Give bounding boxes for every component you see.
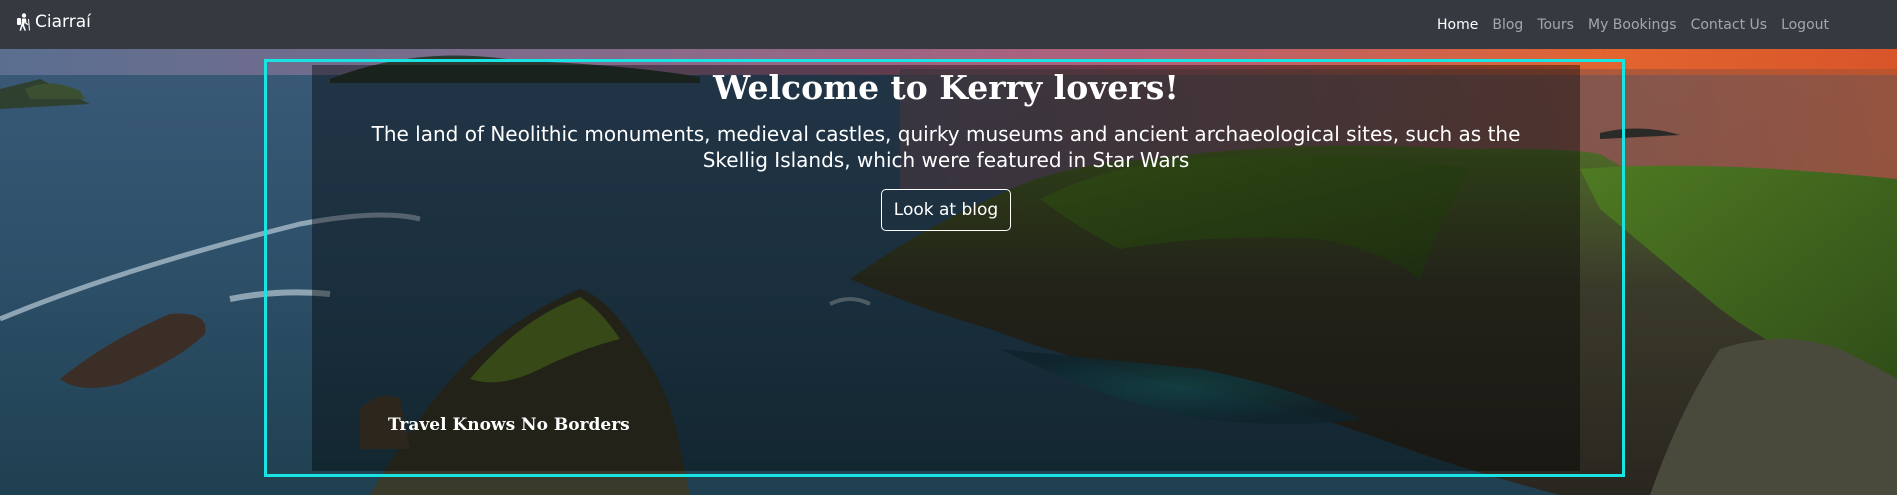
- nav-link-my-bookings[interactable]: My Bookings: [1581, 17, 1684, 33]
- hero-section: Welcome to Kerry lovers! The land of Neo…: [0, 49, 1897, 495]
- brand-name: Ciarraí: [35, 12, 91, 32]
- nav-link-logout[interactable]: Logout: [1774, 17, 1836, 33]
- nav-links: Home Blog Tours My Bookings Contact Us L…: [1430, 0, 1836, 49]
- top-navbar: Ciarraí Home Blog Tours My Bookings Cont…: [0, 0, 1897, 49]
- nav-link-blog[interactable]: Blog: [1485, 17, 1530, 33]
- hero-subtitle: The land of Neolithic monuments, medieva…: [371, 122, 1521, 172]
- brand-link[interactable]: Ciarraí: [16, 12, 91, 32]
- hero-tagline: Travel Knows No Borders: [388, 415, 630, 435]
- look-at-blog-button[interactable]: Look at blog: [881, 189, 1011, 231]
- nav-link-home[interactable]: Home: [1430, 17, 1485, 33]
- hiker-icon: [16, 13, 35, 31]
- nav-link-contact-us[interactable]: Contact Us: [1684, 17, 1774, 33]
- nav-link-tours[interactable]: Tours: [1530, 17, 1581, 33]
- hero-title: Welcome to Kerry lovers!: [713, 68, 1179, 107]
